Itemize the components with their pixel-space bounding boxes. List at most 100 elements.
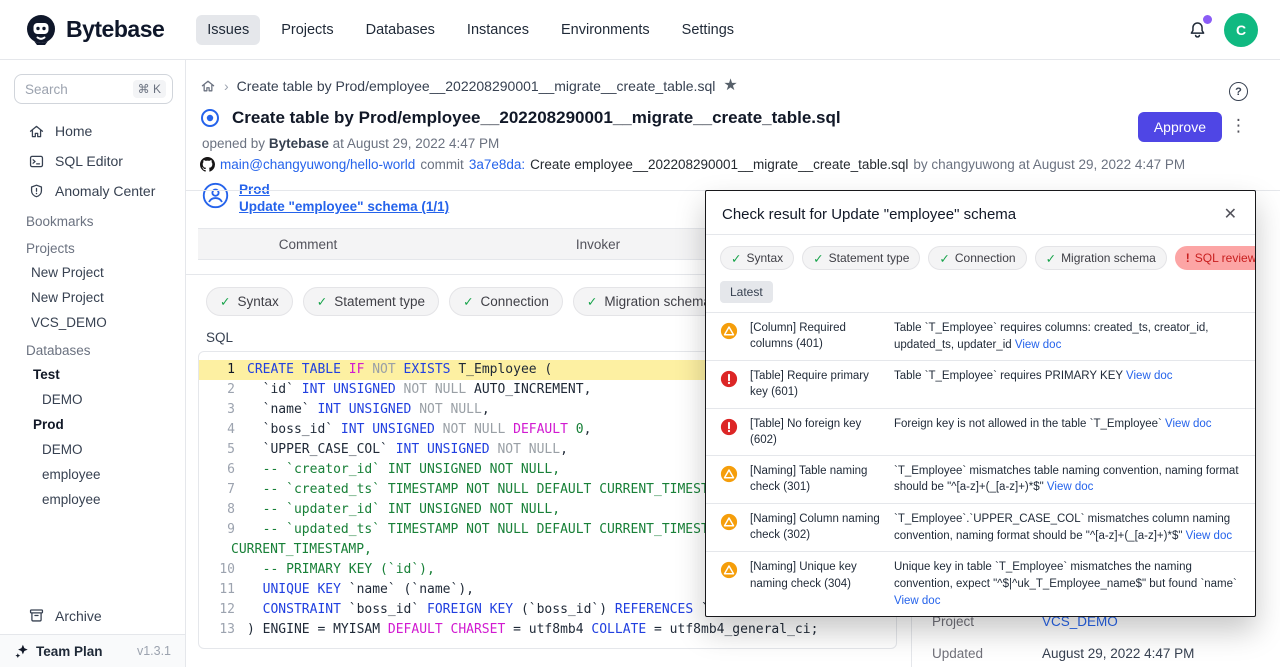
- panel-row-updated: Updated August 29, 2022 4:47 PM: [932, 646, 1270, 661]
- archive-icon: [28, 607, 45, 624]
- view-doc-link[interactable]: View doc: [1165, 418, 1211, 430]
- kebab-menu-icon[interactable]: ⋮: [1230, 117, 1247, 134]
- archive-label: Archive: [55, 608, 102, 624]
- check-icon: ✓: [220, 294, 230, 309]
- commit-branch-link[interactable]: main@changyuwong/hello-world: [220, 157, 415, 172]
- check-rule-description: Table `T_Employee` requires columns: cre…: [894, 320, 1243, 353]
- close-icon[interactable]: ✕: [1222, 204, 1239, 224]
- sidebar-item-demo[interactable]: DEMO: [0, 437, 185, 462]
- sidebar-item-anomaly-center[interactable]: Anomaly Center: [0, 176, 185, 206]
- check-rule-description: Foreign key is not allowed in the table …: [894, 416, 1243, 433]
- sidebar-item-new-project[interactable]: New Project: [0, 285, 185, 310]
- home-icon: [28, 123, 45, 140]
- line-number: 5: [199, 440, 247, 460]
- check-badge-passed[interactable]: ✓Statement type: [802, 246, 920, 270]
- approve-button[interactable]: Approve: [1138, 112, 1222, 142]
- sidebar-item-prod[interactable]: Prod: [0, 412, 185, 437]
- sidebar-item-vcs-demo[interactable]: VCS_DEMO: [0, 310, 185, 335]
- check-badge-passed[interactable]: ✓Syntax: [206, 287, 293, 316]
- sidebar-section-label: Databases: [0, 335, 185, 362]
- check-badge-passed[interactable]: ✓Migration schema: [573, 287, 725, 316]
- sidebar-item-archive[interactable]: Archive: [0, 601, 185, 634]
- sidebar-item-demo[interactable]: DEMO: [0, 387, 185, 412]
- check-rule-title: [Table] No foreign key (602): [750, 416, 882, 448]
- view-doc-link[interactable]: View doc: [1047, 481, 1093, 493]
- sidebar-item-employee[interactable]: employee: [0, 487, 185, 512]
- check-badge-failed[interactable]: !SQL review: [1175, 246, 1256, 270]
- check-result-row: [Table] Require primary key (601)Table `…: [706, 361, 1255, 408]
- nav-item-projects[interactable]: Projects: [270, 15, 344, 45]
- check-icon: ✓: [317, 294, 327, 309]
- view-doc-link[interactable]: View doc: [894, 595, 940, 607]
- check-badge-passed[interactable]: ✓Migration schema: [1035, 246, 1167, 270]
- line-number: 10: [199, 560, 247, 580]
- bytebase-logo[interactable]: Bytebase: [24, 13, 164, 47]
- check-rule-description: `T_Employee` mismatches table naming con…: [894, 463, 1243, 496]
- check-result-row: [Column] Required columns (401) Table `T_…: [706, 313, 1255, 361]
- sidebar: Search ⌘ K Home SQL Editor Anomaly Cente…: [0, 60, 186, 667]
- bookmark-star-icon[interactable]: ★: [723, 78, 737, 94]
- anomaly-center-icon: [28, 183, 45, 200]
- commit-meta: main@changyuwong/hello-world commit 3a7e…: [186, 151, 1280, 172]
- line-number: 9: [199, 520, 247, 540]
- sidebar-item-employee[interactable]: employee: [0, 462, 185, 487]
- sidebar-item-sql-editor[interactable]: SQL Editor: [0, 146, 185, 176]
- check-badge-passed[interactable]: ✓Statement type: [303, 287, 439, 316]
- check-badge-passed[interactable]: ✓Connection: [928, 246, 1026, 270]
- check-icon: ✓: [1046, 251, 1056, 266]
- line-number: 13: [199, 620, 247, 640]
- sidebar-item-test[interactable]: Test: [0, 362, 185, 387]
- sidebar-item-home[interactable]: Home: [0, 116, 185, 146]
- view-doc-link[interactable]: View doc: [1186, 530, 1232, 542]
- check-icon: ✓: [463, 294, 473, 309]
- check-badge-passed[interactable]: ✓Connection: [449, 287, 563, 316]
- code-line: 13) ENGINE = MYISAM DEFAULT CHARSET = ut…: [199, 620, 896, 640]
- line-number: 7: [199, 480, 247, 500]
- search-shortcut: ⌘ K: [133, 80, 166, 98]
- error-icon: !: [1186, 251, 1190, 265]
- breadcrumb-title[interactable]: Create table by Prod/employee__202208290…: [237, 78, 716, 94]
- modal-title: Check result for Update "employee" schem…: [722, 206, 1222, 223]
- top-navbar: Bytebase Issues Projects Databases Instance…: [0, 0, 1280, 60]
- plan-version: v1.3.1: [137, 644, 171, 658]
- sidebar-item-label: Anomaly Center: [55, 183, 155, 199]
- sparkle-icon: [14, 643, 30, 659]
- line-number: 4: [199, 420, 247, 440]
- notifications-button[interactable]: [1187, 19, 1208, 41]
- check-rule-title: [Naming] Column naming check (302): [750, 511, 882, 543]
- panel-label: Updated: [932, 646, 1042, 661]
- line-number: 1: [199, 360, 247, 380]
- sidebar-item-new-project[interactable]: New Project: [0, 260, 185, 285]
- view-doc-link[interactable]: View doc: [1015, 339, 1061, 351]
- plan-footer[interactable]: Team Plan v1.3.1: [0, 634, 185, 667]
- stage-task-link[interactable]: Update "employee" schema (1/1): [239, 199, 449, 214]
- sql-editor-icon: [28, 153, 45, 170]
- avatar[interactable]: C: [1224, 13, 1258, 47]
- home-icon[interactable]: [200, 78, 216, 94]
- check-result-row: [Table] No foreign key (602) Foreign key …: [706, 409, 1255, 456]
- issue-title: Create table by Prod/employee__202208290…: [232, 108, 841, 128]
- search-input[interactable]: Search ⌘ K: [14, 74, 173, 104]
- view-doc-link[interactable]: View doc: [1126, 370, 1172, 382]
- help-icon[interactable]: ?: [1229, 82, 1248, 101]
- issue-status-icon: [200, 108, 220, 128]
- check-badge-passed[interactable]: ✓Syntax: [720, 246, 794, 270]
- nav-item-issues[interactable]: Issues: [196, 15, 260, 45]
- check-rule-description: `T_Employee`.`UPPER_CASE_COL` mismatches…: [894, 511, 1243, 544]
- commit-hash-link[interactable]: 3a7e8da:: [469, 157, 525, 172]
- assignee-icon: [202, 182, 229, 209]
- warning-icon: [720, 511, 738, 531]
- panel-value: August 29, 2022 4:47 PM: [1042, 646, 1194, 661]
- nav-item-environments[interactable]: Environments: [550, 15, 661, 45]
- chevron-right-icon: ›: [224, 78, 229, 94]
- nav-item-instances[interactable]: Instances: [456, 15, 540, 45]
- modal-check-badges: ✓Syntax ✓Statement type ✓Connection ✓Migrat…: [706, 235, 1255, 270]
- check-rule-description: Table `T_Employee` requires PRIMARY KEY …: [894, 368, 1243, 385]
- nav-item-databases[interactable]: Databases: [355, 15, 446, 45]
- check-rule-title: [Column] Required columns (401): [750, 320, 882, 352]
- latest-button[interactable]: Latest: [720, 281, 773, 303]
- warning-icon: [720, 463, 738, 483]
- line-number: 12: [199, 600, 247, 620]
- line-number: 2: [199, 380, 247, 400]
- nav-item-settings[interactable]: Settings: [671, 15, 745, 45]
